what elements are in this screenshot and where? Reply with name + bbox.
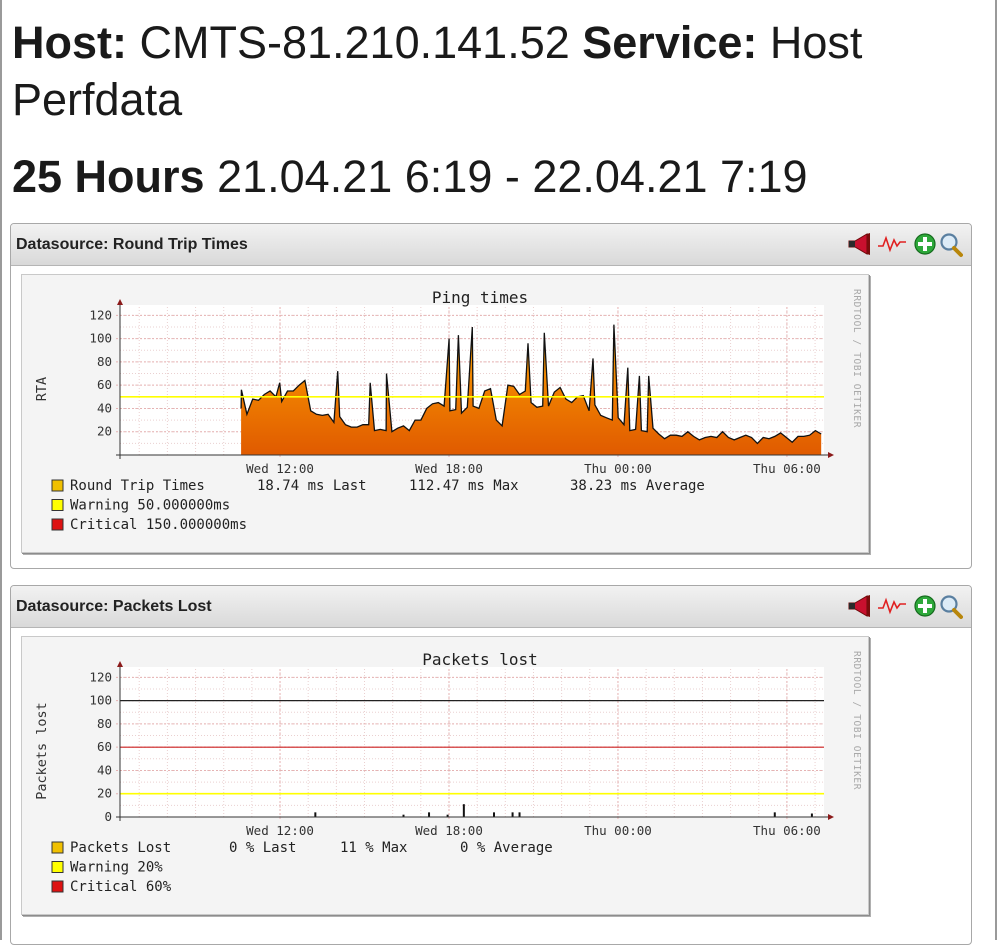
ping-chart: Ping times 20 40 60 80 100 120 Wed 12:00 Wed 18:…: [34, 288, 862, 533]
legend-stat-max: 11 % Max: [340, 840, 407, 856]
x-axis-arrow: [828, 452, 834, 458]
legend-stat-last: 18.74 ms Last: [257, 478, 367, 494]
legend-label: Warning 20%: [70, 860, 163, 876]
y-tick-label: 100: [89, 693, 112, 708]
y-tick-label: 80: [97, 354, 112, 369]
zoom-icon[interactable]: [939, 230, 963, 258]
chart-title: Packets lost: [422, 650, 538, 669]
panel-toolbar: [847, 592, 965, 620]
y-tick-label: 0: [104, 809, 112, 824]
x-tick-label: Thu 06:00: [753, 461, 821, 476]
y-axis-label: Packets lost: [34, 702, 50, 800]
y-tick-label: 40: [97, 400, 112, 415]
time-range-heading: 25 Hours 21.04.21 6:19 - 22.04.21 7:19: [12, 148, 808, 205]
y-tick-label: 80: [97, 716, 112, 731]
legend-label: Critical 60%: [70, 879, 172, 895]
legend-stat-average: 0 % Average: [460, 840, 553, 856]
panel-header: Datasource: Round Trip Times: [11, 224, 971, 266]
x-axis-arrow: [828, 814, 834, 820]
legend-label: Packets Lost: [70, 840, 171, 856]
rrd-graph-ping: Ping times 20 40 60 80 100 120 Wed 12:00 Wed 18:…: [21, 274, 869, 553]
legend-swatch: [51, 479, 64, 492]
rrdtool-watermark: RRDTOOL / TOBI OETIKER: [851, 651, 862, 790]
x-tick-label: Wed 18:00: [415, 823, 483, 838]
x-tick-label: Thu 06:00: [753, 823, 821, 838]
rrdtool-watermark: RRDTOOL / TOBI OETIKER: [851, 289, 862, 428]
y-axis-arrow: [117, 299, 123, 305]
legend-stat-average: 38.23 ms Average: [570, 478, 705, 494]
x-tick-label: Thu 00:00: [584, 823, 652, 838]
panel-toolbar: [847, 230, 965, 258]
rrd-graph-packets: Packets lost 0 20 40 60 80 100 120 Wed 12:00 Wed …: [21, 636, 869, 915]
legend-stat-max: 112.47 ms Max: [409, 478, 519, 494]
legend-label: Warning 50.000000ms: [70, 498, 230, 514]
x-tick-label: Wed 12:00: [246, 823, 314, 838]
y-tick-label: 20: [97, 786, 112, 801]
legend-label: Critical 150.000000ms: [70, 517, 247, 533]
y-axis-label: RTA: [34, 377, 50, 401]
panel-title: Datasource: Packets Lost: [16, 598, 212, 615]
legend-label: Round Trip Times: [70, 478, 205, 494]
datasource-panel-rta: Datasource: Round Trip Times Ping times 2…: [10, 223, 972, 569]
x-tick-label: Wed 12:00: [246, 461, 314, 476]
legend-swatch: [51, 841, 64, 854]
datasource-panel-packets: Datasource: Packets Lost Packets lost 0 20…: [10, 585, 972, 945]
host-label: Host:: [12, 17, 127, 68]
packets-chart: Packets lost 0 20 40 60 80 100 120 Wed 12:00 Wed …: [34, 650, 862, 895]
megaphone-icon[interactable]: [847, 230, 871, 258]
graph-wave-icon[interactable]: [877, 230, 907, 258]
service-label: Service:: [582, 17, 758, 68]
y-tick-label: 40: [97, 762, 112, 777]
x-tick-label: Wed 18:00: [415, 461, 483, 476]
legend-swatch: [51, 499, 64, 511]
host-service-heading: Host: CMTS-81.210.141.52 Service: Host P…: [12, 14, 972, 128]
x-tick-label: Thu 00:00: [584, 461, 652, 476]
legend-swatch: [51, 861, 64, 873]
graph-wave-icon[interactable]: [877, 592, 907, 620]
panel-header: Datasource: Packets Lost: [11, 586, 971, 628]
panel-title: Datasource: Round Trip Times: [16, 236, 248, 253]
range-label: 25 Hours: [12, 151, 205, 202]
range-value: 21.04.21 6:19 - 22.04.21 7:19: [217, 151, 808, 202]
add-icon[interactable]: [913, 230, 937, 258]
megaphone-icon[interactable]: [847, 592, 871, 620]
y-tick-label: 100: [89, 331, 112, 346]
legend-swatch: [51, 518, 64, 531]
y-tick-label: 60: [97, 377, 112, 392]
host-value: CMTS-81.210.141.52: [139, 17, 570, 68]
legend-stat-last: 0 % Last: [229, 840, 296, 856]
y-tick-label: 20: [97, 424, 112, 439]
zoom-icon[interactable]: [939, 592, 963, 620]
y-axis-arrow: [117, 661, 123, 667]
y-tick-label: 60: [97, 739, 112, 754]
add-icon[interactable]: [913, 592, 937, 620]
legend-swatch: [51, 880, 64, 893]
y-tick-label: 120: [89, 307, 112, 322]
chart-title: Ping times: [432, 288, 528, 307]
y-tick-label: 120: [89, 669, 112, 684]
